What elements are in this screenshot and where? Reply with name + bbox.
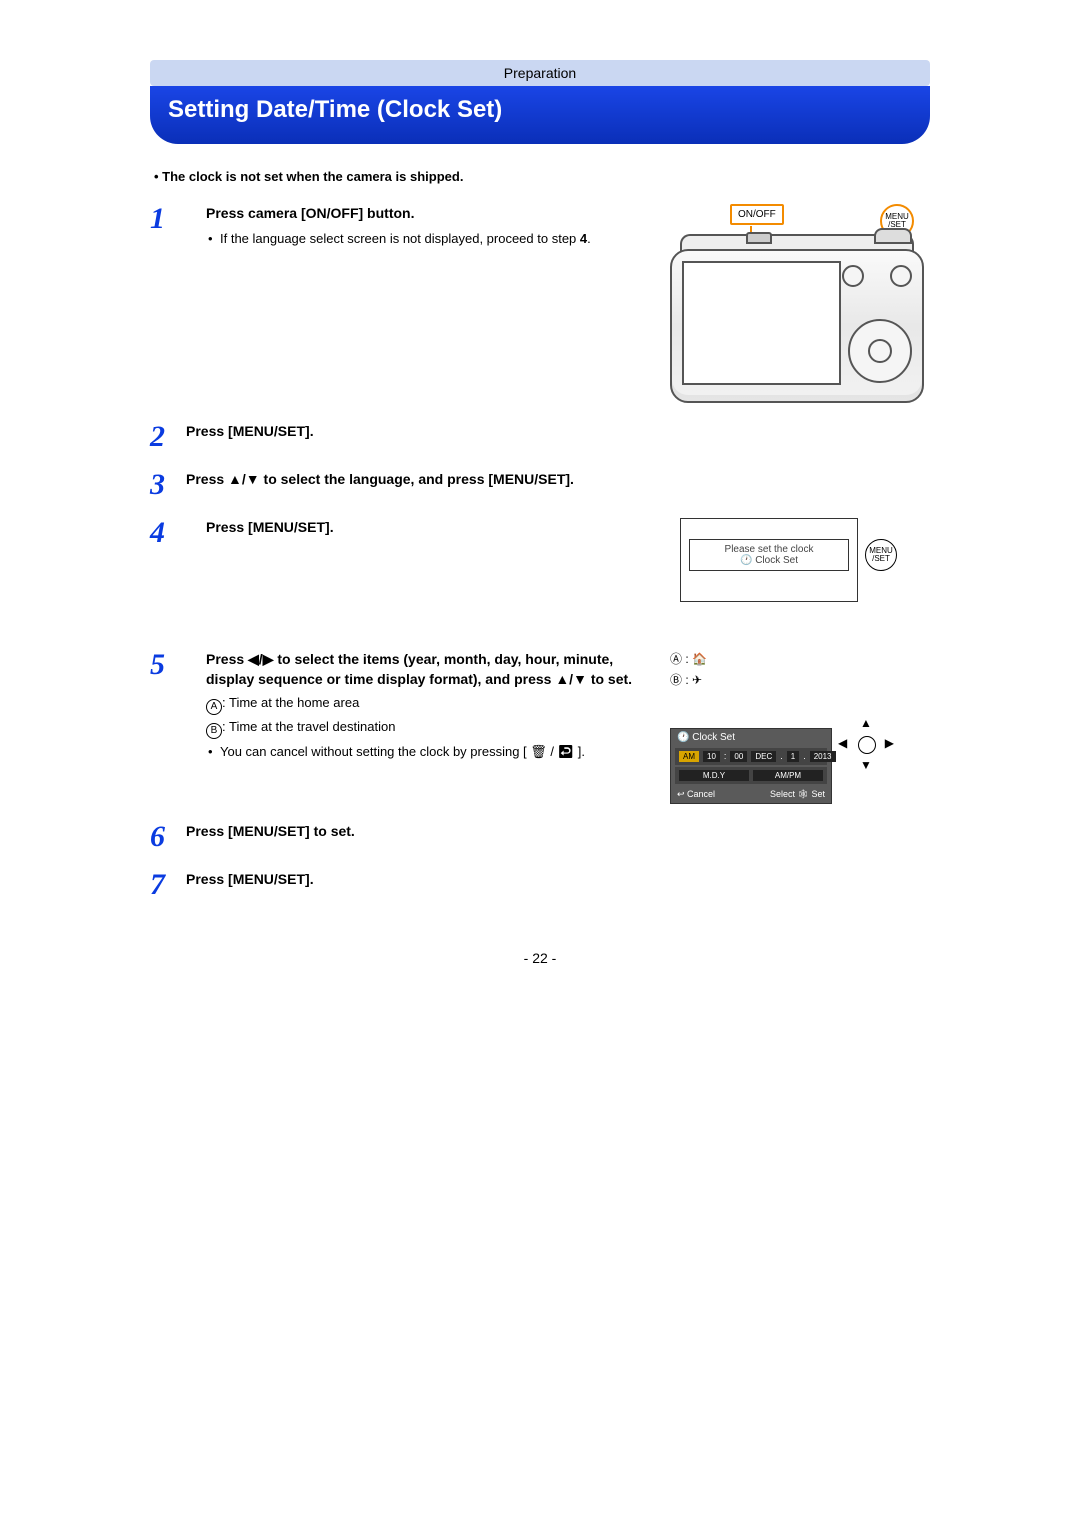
onoff-button-graphic [746, 232, 772, 244]
cancel-note: You can cancel without setting the clock… [206, 743, 650, 761]
step-number: 6 [150, 822, 186, 852]
breadcrumb: Preparation [150, 60, 930, 86]
page-number: - 22 - [150, 950, 930, 966]
step-number: 7 [150, 870, 186, 900]
menuset-icon: MENU /SET [865, 539, 897, 571]
camera-body [670, 249, 924, 403]
step-5: 5 Press ◀/▶ to select the items (year, m… [150, 650, 930, 804]
step-number: 3 [150, 470, 186, 500]
step-1: 1 Press camera [ON/OFF] button. If the l… [150, 204, 930, 404]
ab-label-a: Ⓐ : 🏠 [670, 650, 890, 667]
onoff-callout: ON/OFF [730, 204, 784, 225]
step-heading: Press [MENU/SET]. [206, 518, 650, 538]
page-title: Setting Date/Time (Clock Set) [150, 86, 930, 144]
small-button [842, 265, 864, 287]
step-number: 4 [150, 518, 186, 602]
dpad-graphic [848, 319, 912, 383]
ab-label-b: Ⓑ : ✈ [670, 671, 890, 688]
datetime-row: AM 10 : 00 DEC . 1 . 2013 [675, 748, 827, 765]
step-heading: Press ▲/▼ to select the language, and pr… [186, 470, 930, 490]
small-button [890, 265, 912, 287]
step-2: 2 Press [MENU/SET]. [150, 422, 930, 452]
step-subnote: If the language select screen is not dis… [206, 230, 650, 248]
camera-illustration: ON/OFF MENU /SET [670, 204, 930, 404]
step-heading: Press [MENU/SET]. [186, 870, 930, 890]
label-a: A: Time at the home area [206, 695, 650, 715]
step-heading: Press camera [ON/OFF] button. [206, 204, 650, 224]
step-heading: Press [MENU/SET] to set. [186, 822, 930, 842]
step-7: 7 Press [MENU/SET]. [150, 870, 930, 900]
step-6: 6 Press [MENU/SET] to set. [150, 822, 930, 852]
step-heading: Press ◀/▶ to select the items (year, mon… [206, 650, 650, 689]
manual-page: Preparation Setting Date/Time (Clock Set… [150, 60, 930, 966]
intro-text: The clock is not set when the camera is … [162, 169, 463, 184]
clock-prompt-box: Please set the clock 🕐 Clock Set [689, 539, 849, 571]
dpad-icon: ▲ ▼ ◀ ▶ [842, 720, 890, 768]
step-heading: Press [MENU/SET]. [186, 422, 930, 442]
step-number: 2 [150, 422, 186, 452]
clockset-screen: 🕐 Clock Set AM 10 : 00 DEC . 1 . 2013 M.… [670, 728, 832, 804]
clockset-figure: Ⓐ : 🏠 Ⓑ : ✈ 🕐 Clock Set AM 10 : 00 DEC .… [670, 650, 890, 804]
step-4: 4 Press [MENU/SET]. Please set the clock… [150, 518, 930, 602]
format-row: M.D.Y AM/PM [675, 767, 827, 784]
step-number: 1 [150, 204, 186, 404]
clock-prompt-figure: Please set the clock 🕐 Clock Set MENU /S… [680, 518, 858, 602]
intro-note: • The clock is not set when the camera i… [154, 169, 930, 184]
camera-screen [682, 261, 841, 385]
step-number: 5 [150, 650, 186, 804]
step-3: 3 Press ▲/▼ to select the language, and … [150, 470, 930, 500]
label-b: B: Time at the travel destination [206, 719, 650, 739]
shutter-graphic [874, 228, 912, 244]
